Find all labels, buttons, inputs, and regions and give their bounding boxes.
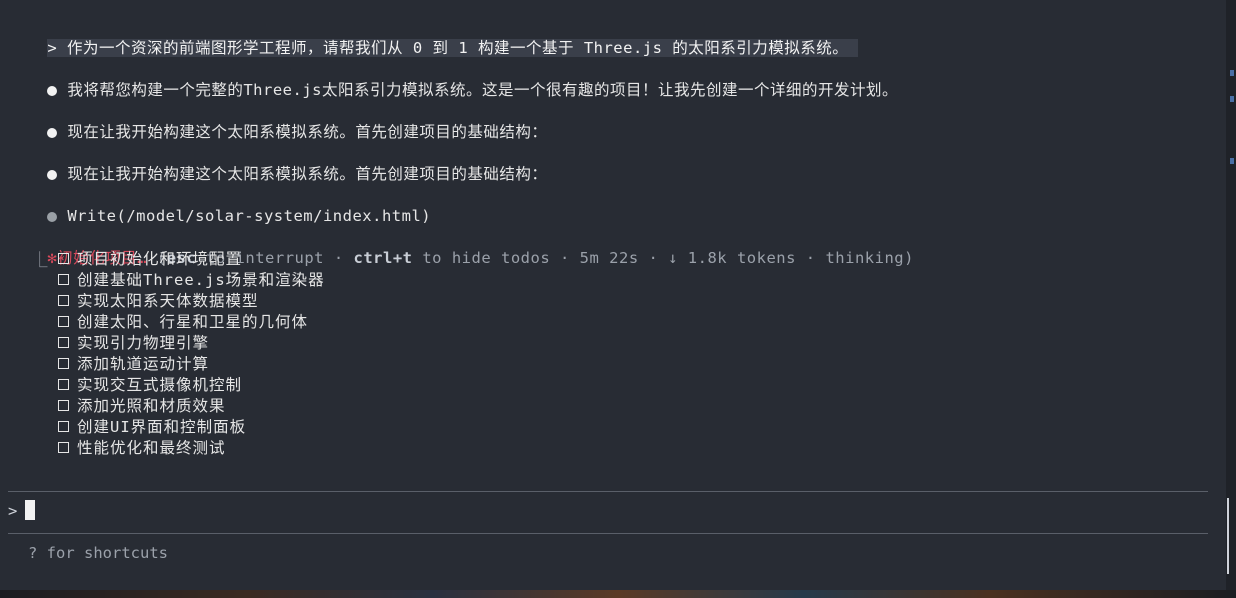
text-cursor xyxy=(25,500,36,520)
user-prompt-text: > 作为一个资深的前端图形学工程师，请帮我们从 0 到 1 构建一个基于 Thr… xyxy=(47,39,859,57)
desktop-wallpaper-strip xyxy=(0,590,1236,598)
todo-item: 实现交互式摄像机控制 xyxy=(58,375,242,396)
scroll-marker xyxy=(1230,70,1234,76)
assistant-message-text: 我将帮您构建一个完整的Three.js太阳系引力模拟系统。这是一个很有趣的项目！… xyxy=(67,81,898,99)
ctrl-t-text: to hide todos · 5m 22s · ↓ 1.8k tokens ·… xyxy=(412,249,914,267)
todo-item: 实现引力物理引擎 xyxy=(58,333,209,354)
checkbox-icon xyxy=(58,421,69,432)
tool-call-text: Write(/model/solar-system/index.html) xyxy=(67,207,432,225)
bullet-icon xyxy=(47,170,58,180)
todo-item: 添加轨道运动计算 xyxy=(58,354,209,375)
bullet-icon xyxy=(47,128,58,138)
assistant-message-text: 现在让我开始构建这个太阳系模拟系统。首先创建项目的基础结构： xyxy=(67,123,548,141)
ctrl-t-key: ctrl+t xyxy=(353,249,413,267)
todo-label: 创建基础Three.js场景和渲染器 xyxy=(77,271,325,289)
tool-bullet-icon xyxy=(47,212,58,222)
checkbox-icon xyxy=(58,295,69,306)
todo-label: 添加光照和材质效果 xyxy=(77,397,226,415)
todo-label: 项目初始化和环境配置 xyxy=(77,250,243,268)
todo-label: 实现引力物理引擎 xyxy=(77,334,210,352)
todo-label: 性能优化和最终测试 xyxy=(77,439,226,457)
checkbox-icon xyxy=(58,400,69,411)
todo-label: 添加轨道运动计算 xyxy=(77,355,210,373)
todo-label: 创建UI界面和控制面板 xyxy=(77,418,247,436)
todo-item: 创建UI界面和控制面板 xyxy=(58,417,246,438)
todo-item: 创建基础Three.js场景和渲染器 xyxy=(58,270,325,291)
todo-label: 实现交互式摄像机控制 xyxy=(77,376,243,394)
checkbox-icon xyxy=(58,253,69,264)
todo-item: 添加光照和材质效果 xyxy=(58,396,226,417)
input-top-divider xyxy=(8,491,1208,492)
scroll-marker xyxy=(1230,96,1234,102)
todo-item: 实现太阳系天体数据模型 xyxy=(58,291,259,312)
scroll-marker xyxy=(1230,158,1234,164)
todo-item: 创建太阳、行星和卫星的几何体 xyxy=(58,312,308,333)
assistant-message-text: 现在让我开始构建这个太阳系模拟系统。首先创建项目的基础结构： xyxy=(67,165,548,183)
scrollbar[interactable] xyxy=(1226,0,1236,598)
checkbox-icon xyxy=(58,379,69,390)
spinner-star-icon: ✻ xyxy=(47,249,58,267)
bullet-icon xyxy=(47,86,58,96)
todo-label: 创建太阳、行星和卫星的几何体 xyxy=(77,313,309,331)
checkbox-icon xyxy=(58,442,69,453)
input-bottom-divider xyxy=(8,533,1208,534)
prompt-input[interactable]: > xyxy=(8,500,36,522)
status-meta: (esc to interrupt · ctrl+t to hide todos… xyxy=(157,249,914,267)
checkbox-icon xyxy=(58,274,69,285)
input-prompt-symbol: > xyxy=(8,502,18,520)
todo-item: 项目初始化和环境配置 xyxy=(58,249,242,270)
checkbox-icon xyxy=(58,316,69,327)
terminal: > 作为一个资深的前端图形学工程师，请帮我们从 0 到 1 构建一个基于 Thr… xyxy=(0,0,1226,598)
todo-branch-icon: ⎿ xyxy=(32,251,49,269)
scrollbar-thumb[interactable] xyxy=(1227,498,1229,574)
todo-item: 性能优化和最终测试 xyxy=(58,438,226,459)
checkbox-icon xyxy=(58,358,69,369)
checkbox-icon xyxy=(58,337,69,348)
todo-label: 实现太阳系天体数据模型 xyxy=(77,292,259,310)
shortcuts-hint: ? for shortcuts xyxy=(28,544,168,562)
